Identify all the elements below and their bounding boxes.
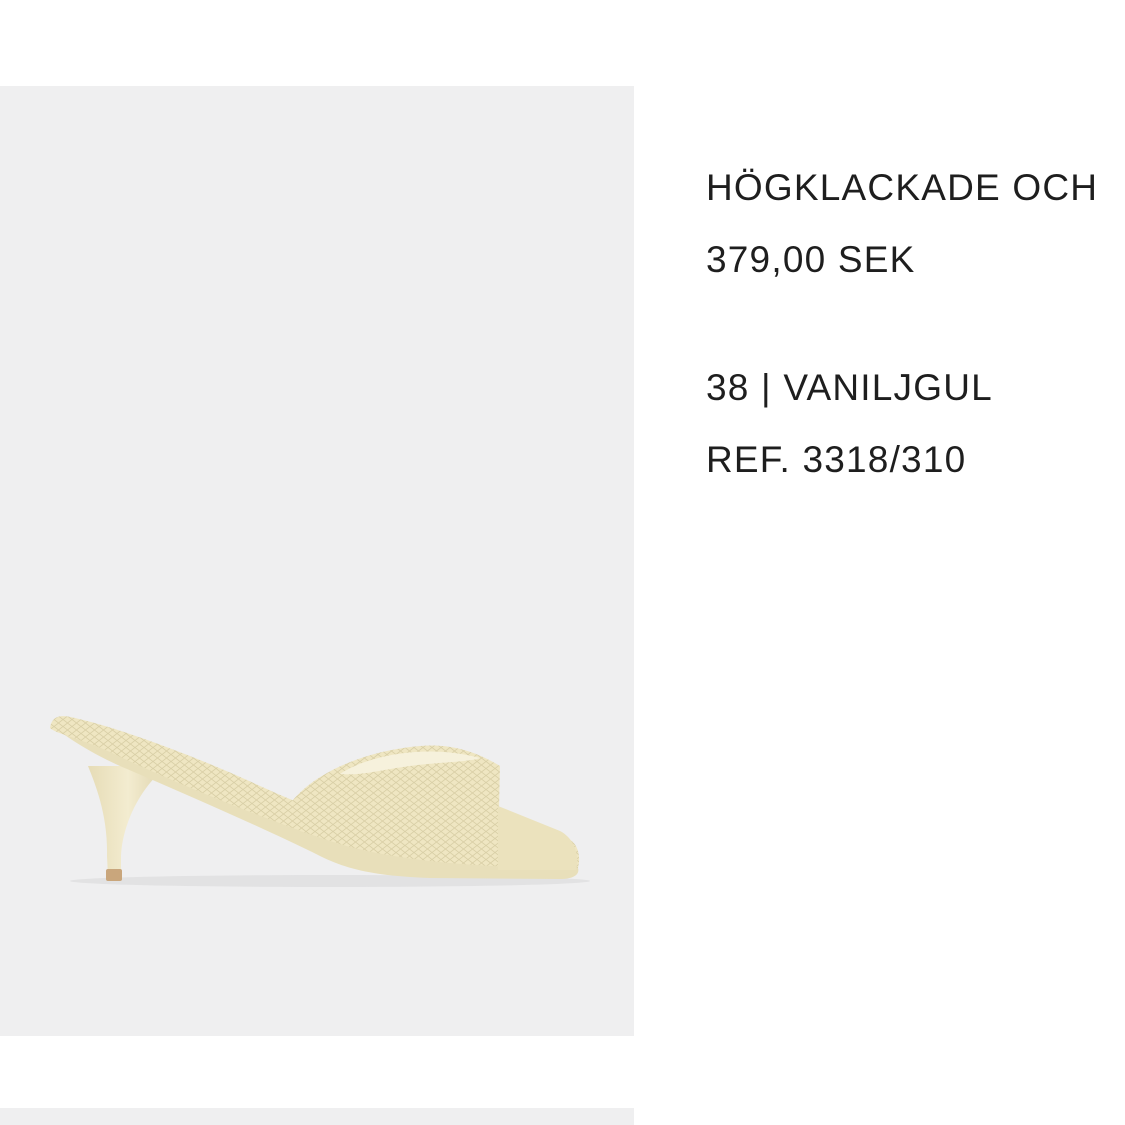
color-name: VANILJGUL [783, 367, 993, 408]
product-reference: REF. 3318/310 [706, 439, 967, 480]
product-price: 379,00 SEK [706, 239, 916, 280]
heel-tip [106, 869, 122, 881]
variant-separator: | [761, 367, 772, 408]
sandal-illustration [50, 716, 590, 887]
heel [88, 766, 168, 876]
product-info: HÖGKLACKADE OCH 379,00 SEK 38 | VANILJGU… [706, 165, 1125, 483]
toe [498, 806, 578, 870]
size-value: 38 [706, 367, 750, 408]
product-page: HÖGKLACKADE OCH 379,00 SEK 38 | VANILJGU… [0, 0, 1125, 1125]
product-title: HÖGKLACKADE OCH [706, 167, 1099, 208]
product-variant: 38 | VANILJGUL [706, 365, 1125, 411]
product-image[interactable] [0, 86, 634, 1036]
next-product-image[interactable] [0, 1108, 634, 1125]
